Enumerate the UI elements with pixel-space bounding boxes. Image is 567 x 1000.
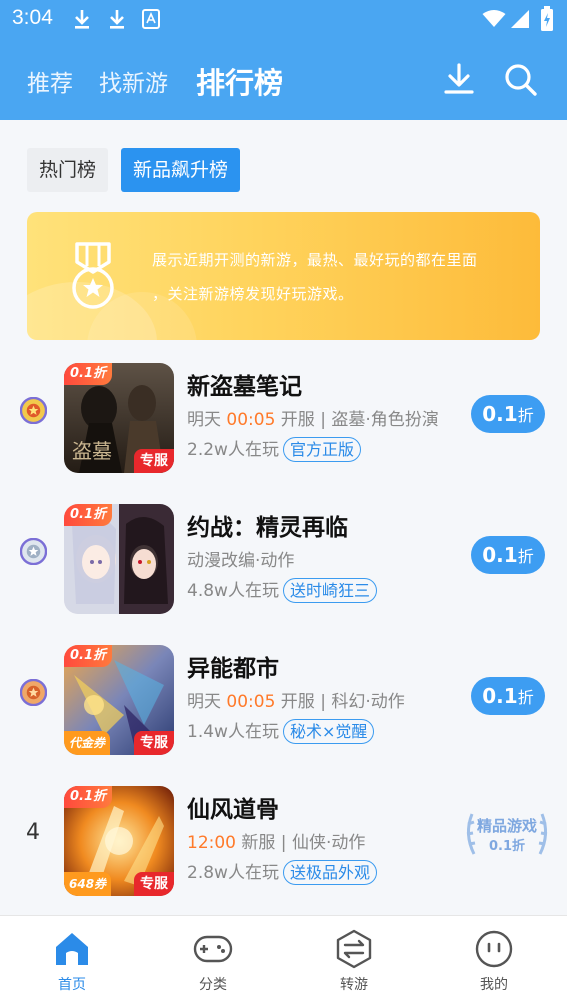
nav-label: 分类 [199, 977, 227, 993]
cover-exclusive-tag: 专服 [134, 449, 174, 473]
game-row[interactable]: 4 0.1折 648券 专服 仙风道骨 12:00 新服 | 仙侠·动作 2.8… [0, 778, 567, 918]
cover-exclusive-tag: 专服 [134, 731, 174, 755]
game-feature-tag: 秘术×觉醒 [282, 719, 375, 744]
cover-discount-label: 0.1折 [64, 363, 113, 385]
status-time: 3:04 [12, 6, 53, 29]
nav-profile[interactable]: 我的 [444, 916, 544, 1000]
chip-new-rising-list[interactable]: 新品飙升榜 [121, 148, 240, 192]
banner-text-line2: ，关注新游榜发现好玩游戏。 [152, 285, 354, 303]
premium-badge-label: 精品游戏 [477, 817, 537, 835]
rank-number: 4 [26, 820, 40, 845]
transfer-icon [336, 929, 372, 969]
chip-hot-list[interactable]: 热门榜 [27, 148, 108, 192]
game-cover-image[interactable]: 盗墓 0.1折 专服 [64, 363, 174, 473]
game-cover-image[interactable]: 0.1折 648券 专服 [64, 786, 174, 896]
cover-discount-label: 0.1折 [64, 645, 113, 667]
nav-transfer[interactable]: 转游 [304, 916, 404, 1000]
signal-icon [511, 10, 529, 28]
nav-home[interactable]: 首页 [22, 916, 122, 1000]
status-bar: 3:04 [0, 0, 567, 40]
game-meta: 动漫改编·动作 [187, 551, 295, 571]
bronze-rank-badge-icon [20, 679, 47, 706]
game-row[interactable]: 0.1折 代金券 专服 异能都市 明天 00:05 开服 | 科幻·动作 1.4… [0, 637, 567, 777]
download-notification-icon [110, 10, 124, 29]
game-players: 1.4w人在玩 秘术×觉醒 [187, 717, 375, 744]
cover-discount-label: 0.1折 [64, 504, 113, 526]
premium-game-badge[interactable]: 精品游戏 0.1折 [462, 806, 552, 862]
game-meta: 明天 00:05 开服 | 盗墓·角色扮演 [187, 410, 439, 430]
game-name[interactable]: 异能都市 [187, 649, 279, 683]
game-meta: 12:00 新服 | 仙侠·动作 [187, 833, 366, 853]
game-name[interactable]: 约战：精灵再临 [187, 508, 348, 542]
discount-button[interactable]: 0.1折 [471, 536, 545, 574]
cover-exclusive-tag: 专服 [134, 872, 174, 896]
tab-recommend[interactable]: 推荐 [27, 64, 73, 98]
game-meta: 明天 00:05 开服 | 科幻·动作 [187, 692, 405, 712]
download-notification-icon [75, 10, 89, 29]
tab-ranking[interactable]: 排行榜 [196, 60, 283, 102]
game-name[interactable]: 仙风道骨 [187, 790, 279, 824]
tab-find-new-games[interactable]: 找新游 [99, 64, 168, 98]
silver-rank-badge-icon [20, 538, 47, 565]
medal-icon [72, 242, 114, 309]
search-icon[interactable] [503, 62, 539, 98]
game-feature-tag: 送极品外观 [282, 860, 377, 885]
game-name[interactable]: 新盗墓笔记 [187, 367, 302, 401]
game-row[interactable]: 盗墓 0.1折 专服 新盗墓笔记 明天 00:05 开服 | 盗墓·角色扮演 2… [0, 355, 567, 495]
bottom-navigation: 首页 分类 转游 我的 [0, 915, 567, 1000]
banner-text-line1: 展示近期开测的新游，最热、最好玩的都在里面 [152, 251, 478, 269]
nav-label: 首页 [58, 977, 86, 993]
battery-icon [541, 6, 553, 31]
nav-label: 我的 [480, 977, 508, 993]
keyboard-notification-icon [142, 9, 160, 29]
gamepad-icon [193, 935, 233, 963]
download-icon[interactable] [442, 62, 476, 96]
game-cover-image[interactable]: 0.1折 [64, 504, 174, 614]
discount-button[interactable]: 0.1折 [471, 677, 545, 715]
discount-button[interactable]: 0.1折 [471, 395, 545, 433]
nav-label: 转游 [340, 977, 368, 993]
game-players: 2.8w人在玩 送极品外观 [187, 858, 377, 885]
game-cover-image[interactable]: 0.1折 代金券 专服 [64, 645, 174, 755]
cover-voucher-tag: 代金券 [64, 731, 111, 755]
gold-rank-badge-icon [20, 397, 47, 424]
nav-category[interactable]: 分类 [163, 916, 263, 1000]
svg-text:盗墓: 盗墓 [72, 439, 112, 463]
wifi-icon [482, 10, 506, 27]
cover-voucher-tag: 648券 [64, 872, 112, 896]
game-feature-tag: 送时崎狂三 [282, 578, 377, 603]
top-header: 推荐 找新游 排行榜 [0, 40, 567, 120]
game-players: 4.8w人在玩 送时崎狂三 [187, 576, 377, 603]
game-row[interactable]: 0.1折 约战：精灵再临 动漫改编·动作 4.8w人在玩 送时崎狂三 0.1折 [0, 496, 567, 636]
game-feature-tag: 官方正版 [282, 437, 361, 462]
cover-discount-label: 0.1折 [64, 786, 113, 808]
profile-icon [475, 930, 513, 968]
premium-badge-discount: 0.1折 [489, 838, 525, 854]
game-players: 2.2w人在玩 官方正版 [187, 435, 361, 462]
info-banner: 展示近期开测的新游，最热、最好玩的都在里面 ，关注新游榜发现好玩游戏。 [27, 212, 540, 340]
home-icon [56, 933, 88, 965]
